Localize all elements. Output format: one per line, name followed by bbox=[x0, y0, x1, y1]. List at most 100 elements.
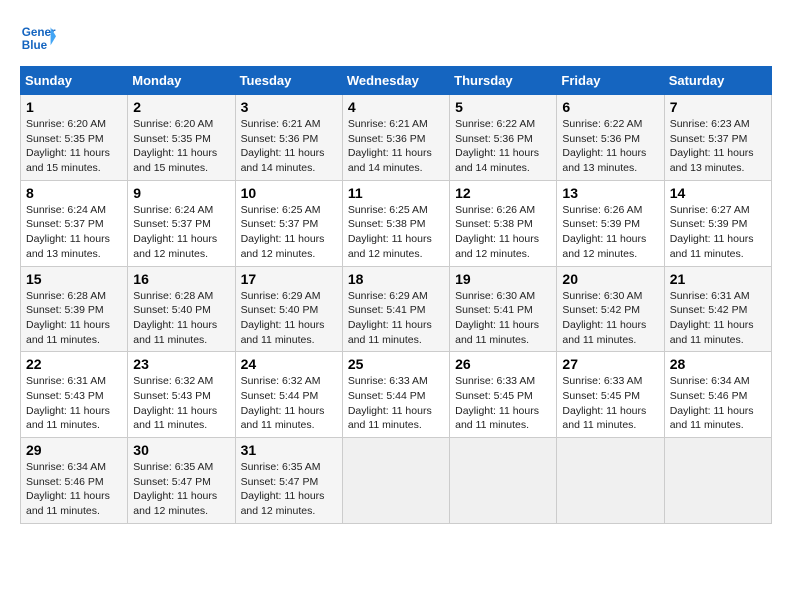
calendar-week-row: 29Sunrise: 6:34 AM Sunset: 5:46 PM Dayli… bbox=[21, 438, 772, 524]
day-info: Sunrise: 6:28 AM Sunset: 5:40 PM Dayligh… bbox=[133, 289, 229, 348]
calendar-day-cell: 24 Sunrise: 6:32 AM Sunset: 5:44 PM Dayli… bbox=[235, 352, 342, 438]
logo-icon: General Blue bbox=[20, 20, 56, 56]
day-info: Sunrise: 6:29 AM Sunset: 5:40 PM Dayligh… bbox=[241, 289, 337, 348]
calendar-day-cell: 30 Sunrise: 6:35 AM Sunset: 5:47 PM Dayli… bbox=[128, 438, 235, 524]
calendar-day-cell: 15Sunrise: 6:28 AM Sunset: 5:39 PM Dayli… bbox=[21, 266, 128, 352]
calendar-body: 1 Sunrise: 6:20 AM Sunset: 5:35 PM Daylig… bbox=[21, 95, 772, 524]
day-info: Sunrise: 6:33 AM Sunset: 5:45 PM Dayligh… bbox=[562, 374, 658, 433]
day-number: 30 bbox=[133, 442, 229, 458]
day-info: Sunrise: 6:21 AM Sunset: 5:36 PM Dayligh… bbox=[348, 117, 444, 176]
empty-cell bbox=[342, 438, 449, 524]
day-number: 9 bbox=[133, 185, 229, 201]
day-number: 17 bbox=[241, 271, 337, 287]
day-number: 2 bbox=[133, 99, 229, 115]
day-number: 21 bbox=[670, 271, 766, 287]
day-number: 7 bbox=[670, 99, 766, 115]
day-info: Sunrise: 6:31 AM Sunset: 5:42 PM Dayligh… bbox=[670, 289, 766, 348]
day-number: 29 bbox=[26, 442, 122, 458]
day-info: Sunrise: 6:27 AM Sunset: 5:39 PM Dayligh… bbox=[670, 203, 766, 262]
day-number: 28 bbox=[670, 356, 766, 372]
calendar-week-row: 22 Sunrise: 6:31 AM Sunset: 5:43 PM Dayli… bbox=[21, 352, 772, 438]
day-info: Sunrise: 6:35 AM Sunset: 5:47 PM Dayligh… bbox=[133, 460, 229, 519]
day-info: Sunrise: 6:30 AM Sunset: 5:42 PM Dayligh… bbox=[562, 289, 658, 348]
day-number: 8 bbox=[26, 185, 122, 201]
day-info: Sunrise: 6:22 AM Sunset: 5:36 PM Dayligh… bbox=[455, 117, 551, 176]
calendar-day-cell: 8 Sunrise: 6:24 AM Sunset: 5:37 PM Daylig… bbox=[21, 180, 128, 266]
day-number: 31 bbox=[241, 442, 337, 458]
day-info: Sunrise: 6:28 AM Sunset: 5:39 PM Dayligh… bbox=[26, 289, 122, 348]
day-info: Sunrise: 6:24 AM Sunset: 5:37 PM Dayligh… bbox=[26, 203, 122, 262]
calendar-day-cell: 4 Sunrise: 6:21 AM Sunset: 5:36 PM Daylig… bbox=[342, 95, 449, 181]
calendar-day-cell: 22 Sunrise: 6:31 AM Sunset: 5:43 PM Dayli… bbox=[21, 352, 128, 438]
day-number: 26 bbox=[455, 356, 551, 372]
day-number: 11 bbox=[348, 185, 444, 201]
day-info: Sunrise: 6:25 AM Sunset: 5:38 PM Dayligh… bbox=[348, 203, 444, 262]
day-info: Sunrise: 6:25 AM Sunset: 5:37 PM Dayligh… bbox=[241, 203, 337, 262]
calendar-day-cell: 25Sunrise: 6:33 AM Sunset: 5:44 PM Dayli… bbox=[342, 352, 449, 438]
empty-cell bbox=[557, 438, 664, 524]
day-info: Sunrise: 6:34 AM Sunset: 5:46 PM Dayligh… bbox=[670, 374, 766, 433]
day-number: 1 bbox=[26, 99, 122, 115]
calendar-week-row: 8 Sunrise: 6:24 AM Sunset: 5:37 PM Daylig… bbox=[21, 180, 772, 266]
day-number: 13 bbox=[562, 185, 658, 201]
day-number: 20 bbox=[562, 271, 658, 287]
calendar-day-cell: 7 Sunrise: 6:23 AM Sunset: 5:37 PM Daylig… bbox=[664, 95, 771, 181]
calendar-day-cell: 12 Sunrise: 6:26 AM Sunset: 5:38 PM Dayli… bbox=[450, 180, 557, 266]
day-number: 14 bbox=[670, 185, 766, 201]
calendar-day-cell: 17 Sunrise: 6:29 AM Sunset: 5:40 PM Dayli… bbox=[235, 266, 342, 352]
calendar-day-cell: 6Sunrise: 6:22 AM Sunset: 5:36 PM Daylig… bbox=[557, 95, 664, 181]
day-info: Sunrise: 6:23 AM Sunset: 5:37 PM Dayligh… bbox=[670, 117, 766, 176]
day-info: Sunrise: 6:33 AM Sunset: 5:45 PM Dayligh… bbox=[455, 374, 551, 433]
calendar-day-cell: 5 Sunrise: 6:22 AM Sunset: 5:36 PM Daylig… bbox=[450, 95, 557, 181]
weekday-header: Friday bbox=[557, 67, 664, 95]
day-number: 24 bbox=[241, 356, 337, 372]
calendar-day-cell: 27 Sunrise: 6:33 AM Sunset: 5:45 PM Dayli… bbox=[557, 352, 664, 438]
calendar-day-cell: 9Sunrise: 6:24 AM Sunset: 5:37 PM Daylig… bbox=[128, 180, 235, 266]
calendar-day-cell: 29Sunrise: 6:34 AM Sunset: 5:46 PM Dayli… bbox=[21, 438, 128, 524]
calendar-day-cell: 13Sunrise: 6:26 AM Sunset: 5:39 PM Dayli… bbox=[557, 180, 664, 266]
calendar-day-cell: 3 Sunrise: 6:21 AM Sunset: 5:36 PM Daylig… bbox=[235, 95, 342, 181]
day-info: Sunrise: 6:21 AM Sunset: 5:36 PM Dayligh… bbox=[241, 117, 337, 176]
calendar-header: SundayMondayTuesdayWednesdayThursdayFrid… bbox=[21, 67, 772, 95]
day-number: 5 bbox=[455, 99, 551, 115]
day-info: Sunrise: 6:32 AM Sunset: 5:43 PM Dayligh… bbox=[133, 374, 229, 433]
weekday-header: Saturday bbox=[664, 67, 771, 95]
calendar-day-cell: 19 Sunrise: 6:30 AM Sunset: 5:41 PM Dayli… bbox=[450, 266, 557, 352]
day-number: 4 bbox=[348, 99, 444, 115]
day-info: Sunrise: 6:30 AM Sunset: 5:41 PM Dayligh… bbox=[455, 289, 551, 348]
calendar-day-cell: 26 Sunrise: 6:33 AM Sunset: 5:45 PM Dayli… bbox=[450, 352, 557, 438]
day-number: 25 bbox=[348, 356, 444, 372]
calendar-week-row: 1 Sunrise: 6:20 AM Sunset: 5:35 PM Daylig… bbox=[21, 95, 772, 181]
weekday-header: Thursday bbox=[450, 67, 557, 95]
day-number: 23 bbox=[133, 356, 229, 372]
calendar-table: SundayMondayTuesdayWednesdayThursdayFrid… bbox=[20, 66, 772, 524]
day-number: 27 bbox=[562, 356, 658, 372]
calendar-day-cell: 16 Sunrise: 6:28 AM Sunset: 5:40 PM Dayli… bbox=[128, 266, 235, 352]
day-number: 16 bbox=[133, 271, 229, 287]
calendar-day-cell: 2 Sunrise: 6:20 AM Sunset: 5:35 PM Daylig… bbox=[128, 95, 235, 181]
page-header: General Blue bbox=[20, 20, 772, 56]
empty-cell bbox=[664, 438, 771, 524]
day-info: Sunrise: 6:20 AM Sunset: 5:35 PM Dayligh… bbox=[133, 117, 229, 176]
calendar-day-cell: 14 Sunrise: 6:27 AM Sunset: 5:39 PM Dayli… bbox=[664, 180, 771, 266]
calendar-day-cell: 21 Sunrise: 6:31 AM Sunset: 5:42 PM Dayli… bbox=[664, 266, 771, 352]
day-info: Sunrise: 6:26 AM Sunset: 5:38 PM Dayligh… bbox=[455, 203, 551, 262]
day-info: Sunrise: 6:31 AM Sunset: 5:43 PM Dayligh… bbox=[26, 374, 122, 433]
day-number: 3 bbox=[241, 99, 337, 115]
day-number: 22 bbox=[26, 356, 122, 372]
day-info: Sunrise: 6:32 AM Sunset: 5:44 PM Dayligh… bbox=[241, 374, 337, 433]
calendar-day-cell: 11 Sunrise: 6:25 AM Sunset: 5:38 PM Dayli… bbox=[342, 180, 449, 266]
calendar-day-cell: 10 Sunrise: 6:25 AM Sunset: 5:37 PM Dayli… bbox=[235, 180, 342, 266]
calendar-day-cell: 18Sunrise: 6:29 AM Sunset: 5:41 PM Dayli… bbox=[342, 266, 449, 352]
calendar-day-cell: 20 Sunrise: 6:30 AM Sunset: 5:42 PM Dayli… bbox=[557, 266, 664, 352]
svg-text:Blue: Blue bbox=[22, 39, 48, 52]
calendar-day-cell: 1 Sunrise: 6:20 AM Sunset: 5:35 PM Daylig… bbox=[21, 95, 128, 181]
calendar-day-cell: 31Sunrise: 6:35 AM Sunset: 5:47 PM Dayli… bbox=[235, 438, 342, 524]
day-number: 10 bbox=[241, 185, 337, 201]
day-number: 6 bbox=[562, 99, 658, 115]
day-number: 12 bbox=[455, 185, 551, 201]
day-info: Sunrise: 6:29 AM Sunset: 5:41 PM Dayligh… bbox=[348, 289, 444, 348]
day-number: 19 bbox=[455, 271, 551, 287]
weekday-header: Monday bbox=[128, 67, 235, 95]
day-info: Sunrise: 6:20 AM Sunset: 5:35 PM Dayligh… bbox=[26, 117, 122, 176]
